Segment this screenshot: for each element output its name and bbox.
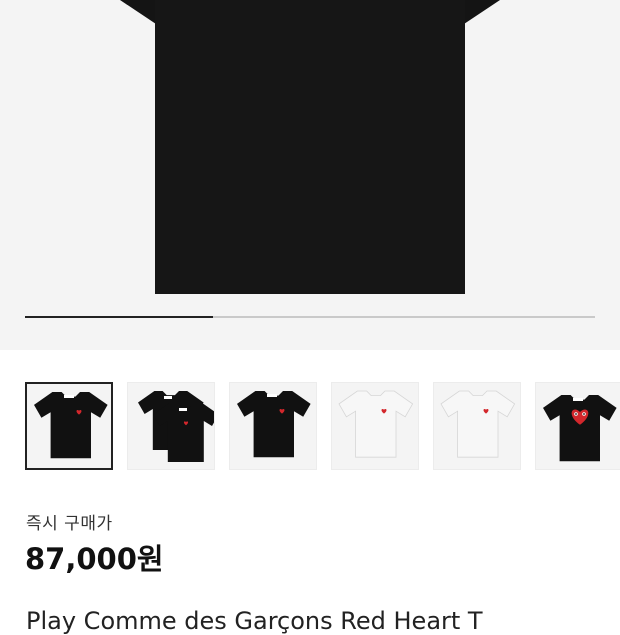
- white-tshirt-small-heart-icon: [338, 390, 414, 458]
- thumbnail-6[interactable]: [535, 382, 620, 470]
- black-tshirt-small-heart-icon: [237, 391, 311, 458]
- thumbnail-strip[interactable]: [25, 382, 620, 472]
- black-tshirt-big-heart-icon: [543, 395, 617, 462]
- thumbnail-3[interactable]: [229, 382, 317, 470]
- thumbnail-4[interactable]: [331, 382, 419, 470]
- product-title: Play Comme des Garçons Red Heart T: [26, 607, 483, 635]
- tshirt-hero-image: [120, 0, 500, 294]
- two-black-tshirts-icon: [138, 391, 214, 462]
- price-value: 87,000원: [25, 542, 164, 576]
- black-tshirt-small-heart-icon: [34, 392, 108, 459]
- white-tshirt-small-heart-icon: [440, 390, 516, 458]
- carousel-progress-bar: [25, 316, 595, 318]
- thumbnail-5[interactable]: [433, 382, 521, 470]
- thumbnail-2[interactable]: [127, 382, 215, 470]
- price-label: 즉시 구매가: [26, 514, 113, 534]
- carousel-progress-fill: [25, 316, 214, 318]
- product-image-carousel[interactable]: [0, 0, 620, 350]
- thumbnail-1[interactable]: [25, 382, 113, 470]
